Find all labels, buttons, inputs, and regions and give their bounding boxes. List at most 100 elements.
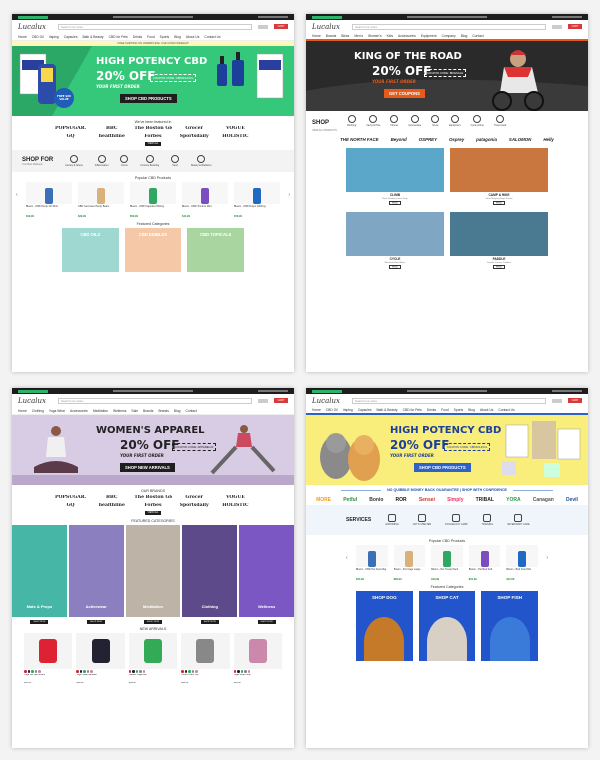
service-item[interactable]: TRAINING — [482, 514, 493, 526]
nav-item[interactable]: Food — [441, 408, 449, 412]
carousel-prev-icon[interactable]: ‹ — [346, 555, 348, 561]
nav-item[interactable]: Sports — [454, 408, 464, 412]
nav-item[interactable]: Yoga Wear — [49, 409, 65, 413]
shop-for-item[interactable]: Focus — [120, 155, 129, 167]
product-title[interactable]: Yoga Set Sports Bra — [24, 674, 72, 681]
category-tile[interactable]: Wellness SHOP NOW — [239, 525, 294, 624]
nav-item[interactable]: Drinks — [427, 408, 436, 412]
nav-item[interactable]: Vaping — [343, 408, 353, 412]
shop-item[interactable]: Accessories — [408, 115, 421, 127]
nav-item[interactable]: CBD Oil — [326, 408, 338, 412]
product-image[interactable] — [431, 545, 463, 567]
shop-for-item[interactable]: Anxiety & Stress — [65, 155, 83, 167]
nav-item[interactable]: Home — [312, 408, 321, 412]
search-input[interactable]: Search our store — [58, 23, 252, 30]
product-title[interactable]: Yoga Strap Sandals — [76, 674, 124, 681]
category-tile[interactable]: Mats & Props SHOP NOW — [12, 525, 67, 624]
product-title[interactable]: Bloom - CBD Capsules 500mg — [130, 205, 176, 214]
shop-now-button[interactable]: SHOP NOW — [493, 201, 505, 206]
shop-now-button[interactable]: SHOP NOW — [30, 620, 49, 624]
nav-item[interactable]: Brands — [143, 409, 153, 413]
nav-item[interactable]: Blog — [468, 408, 475, 412]
nav-item[interactable]: CBD Oil — [32, 35, 44, 39]
product-card[interactable]: Bloom - CBD Hemp Oil 30ml $49.99 — [26, 182, 72, 218]
activity-tile[interactable]: PADDLE Kayaks Canoes Paddles SHOP NOW — [450, 212, 548, 270]
category-tile[interactable]: CBD OILS — [62, 228, 119, 272]
nav-item[interactable]: Blog — [461, 34, 468, 38]
product-image[interactable] — [26, 182, 72, 204]
nav-item[interactable]: Accessories — [398, 34, 416, 38]
nav-item[interactable]: Capsules — [358, 408, 372, 412]
nav-item[interactable]: Sale — [131, 409, 138, 413]
color-swatch[interactable] — [135, 670, 139, 673]
product-image[interactable] — [182, 182, 228, 204]
shop-for-item[interactable]: Inflammation — [95, 155, 108, 167]
shop-for-item[interactable]: Beauty & Radiance — [191, 155, 212, 167]
search-input[interactable]: Search our store — [58, 397, 252, 404]
color-swatch[interactable] — [237, 670, 240, 673]
nav-item[interactable]: Contact Us — [204, 35, 220, 39]
product-title[interactable]: Bloom - Pet Bed Soft — [469, 568, 501, 577]
nav-item[interactable]: Contact — [472, 34, 483, 38]
product-card[interactable]: Perfect Tank Top $45.00 — [181, 633, 230, 689]
category-tile[interactable]: CBD EDIBLES — [124, 228, 182, 272]
color-swatch[interactable] — [38, 670, 41, 673]
nav-item[interactable]: Kids — [387, 34, 393, 38]
nav-item[interactable]: Bikes — [341, 34, 349, 38]
product-image[interactable] — [393, 545, 426, 567]
nav-item[interactable]: Home — [18, 409, 27, 413]
product-card[interactable]: Yoga Set Sports Bra $55.00 — [24, 633, 73, 689]
product-card[interactable]: Bloom - CBD Pet Food 2kg $34.99 — [356, 545, 388, 581]
cart-button[interactable]: CART — [568, 398, 582, 403]
account-link[interactable] — [552, 24, 562, 29]
carousel-next-icon[interactable]: › — [546, 555, 548, 561]
nav-item[interactable]: Home — [18, 35, 27, 39]
nav-item[interactable]: Company — [442, 34, 456, 38]
product-image[interactable] — [128, 633, 178, 669]
color-swatch[interactable] — [139, 670, 142, 673]
shop-item[interactable]: Cycle & Run — [471, 115, 484, 127]
cart-button[interactable]: CART — [274, 24, 288, 29]
product-image[interactable] — [130, 182, 176, 204]
nav-item[interactable]: Vaping — [49, 35, 59, 39]
color-swatches[interactable] — [181, 670, 229, 673]
product-image[interactable] — [468, 545, 501, 567]
nav-item[interactable]: Home — [312, 34, 321, 38]
color-swatch[interactable] — [188, 670, 191, 673]
activity-tile[interactable]: CLIMB Rock Climbing Gear Shop SHOP NOW — [346, 148, 444, 206]
product-card[interactable]: Bloom - CBD Capsules 500mg $59.99 — [130, 182, 176, 218]
product-card[interactable]: Yoga Strap Loop $19.00 — [233, 633, 283, 689]
carousel-prev-icon[interactable]: ‹ — [16, 192, 18, 198]
nav-item[interactable]: Wellness — [113, 409, 126, 413]
product-image[interactable] — [356, 545, 388, 567]
shop-for-item[interactable]: Immune Boosting — [140, 155, 159, 167]
nav-item[interactable]: Brands — [158, 409, 168, 413]
shop-item[interactable]: Fitness — [390, 115, 399, 127]
shop-item[interactable]: Equipment — [449, 115, 461, 127]
nav-item[interactable]: CBD for Pets — [403, 408, 422, 412]
nav-item[interactable]: Contact Us — [498, 408, 514, 412]
product-title[interactable]: Bloom - CBD Hemp Oil 30ml — [26, 205, 72, 214]
product-title[interactable]: Bloom - CBD Tincture Mint — [182, 205, 228, 214]
color-swatch[interactable] — [240, 670, 244, 673]
color-swatch[interactable] — [247, 670, 251, 673]
product-card[interactable]: Classic Yoga Mat $69.00 — [128, 633, 178, 689]
product-image[interactable] — [76, 633, 125, 669]
product-title[interactable]: Bloom - CBD Drops 1000mg — [234, 205, 280, 214]
nav-item[interactable]: Brands — [326, 34, 336, 38]
product-title[interactable]: Bloom - Pet Cage Large — [394, 568, 426, 577]
carousel-next-icon[interactable]: › — [288, 192, 290, 198]
activity-tile[interactable]: CYCLE Mountain Road Bikes SHOP NOW — [346, 212, 444, 270]
nav-item[interactable]: CBD for Pets — [109, 35, 128, 39]
color-swatch[interactable] — [181, 670, 184, 673]
logo[interactable]: Lucalux — [18, 23, 52, 31]
color-swatch[interactable] — [184, 670, 188, 673]
product-title[interactable]: Bloom - Pet Treats Pack — [431, 568, 463, 577]
product-card[interactable]: Bloom - Pet Treats Pack $19.99 — [431, 545, 463, 581]
shop-item[interactable]: Camp & Hike — [366, 115, 380, 127]
product-title[interactable]: Yoga Strap Loop — [234, 674, 282, 681]
logo[interactable]: Lucalux — [312, 397, 346, 405]
activity-tile[interactable]: CAMP & HIKE Tents Sleeping Bags Stoves SHO… — [450, 148, 548, 206]
color-swatch[interactable] — [34, 670, 37, 673]
account-link[interactable] — [552, 398, 562, 403]
